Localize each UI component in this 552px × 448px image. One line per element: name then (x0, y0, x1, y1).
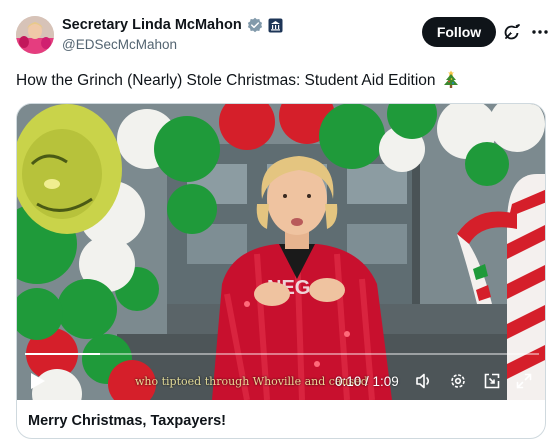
post-text: How the Grinch (Nearly) Stole Christmas:… (16, 70, 459, 90)
video-player[interactable]: NEG who tiptoed through Whoville and cau… (17, 104, 545, 400)
author-handle[interactable]: @EDSecMcMahon (62, 37, 177, 52)
play-icon[interactable] (29, 371, 47, 391)
volume-icon[interactable] (415, 372, 433, 390)
video-progress-bar[interactable] (25, 353, 539, 355)
pip-icon[interactable] (483, 372, 501, 390)
grok-icon[interactable] (502, 22, 522, 42)
video-time-readout: 0:10 / 1:09 (335, 374, 399, 389)
government-affiliation-icon[interactable] (268, 18, 283, 33)
media-card[interactable]: NEG who tiptoed through Whoville and cau… (16, 103, 546, 439)
author-display-name[interactable]: Secretary Linda McMahon (62, 17, 242, 33)
avatar[interactable] (16, 16, 54, 54)
more-icon[interactable] (530, 22, 550, 42)
card-caption: Merry Christmas, Taxpayers! (28, 413, 226, 429)
fullscreen-icon[interactable] (515, 372, 533, 390)
follow-button[interactable]: Follow (422, 17, 496, 47)
settings-icon[interactable] (449, 372, 467, 390)
avatar-image (16, 16, 54, 54)
christmas-tree-icon (443, 70, 458, 88)
video-subtitle: who tiptoed through Whoville and caused (135, 375, 368, 388)
verified-badge-icon[interactable] (247, 17, 263, 33)
video-frame: NEG (17, 104, 545, 400)
post-text-body: How the Grinch (Nearly) Stole Christmas:… (16, 72, 436, 89)
post: Secretary Linda McMahon @EDSecMcMahon Fo… (0, 0, 552, 448)
video-progress-fill (25, 353, 100, 355)
author-name-row: Secretary Linda McMahon (62, 17, 283, 33)
